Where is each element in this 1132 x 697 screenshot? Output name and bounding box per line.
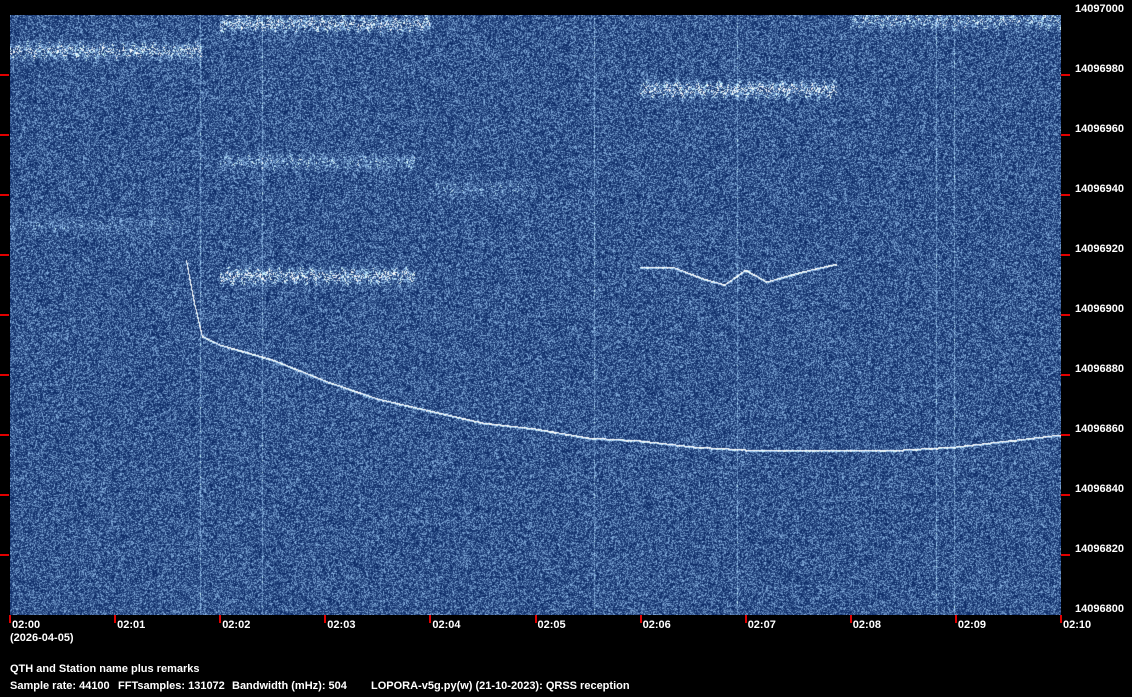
y-tick-label: 14096840 — [1075, 483, 1124, 495]
remarks-text: QTH and Station name plus remarks — [10, 663, 200, 675]
y-tick-mark — [1061, 554, 1070, 556]
y-tick-label: 14096880 — [1075, 363, 1124, 375]
x-tick-label: 02:09 — [958, 619, 986, 631]
y-tick-mark — [1061, 134, 1070, 136]
y-tick-mark — [0, 194, 9, 196]
x-tick-label: 02:08 — [853, 619, 881, 631]
x-tick-label: 02:03 — [327, 619, 355, 631]
x-tick-mark — [640, 615, 642, 623]
y-tick-label: 14096900 — [1075, 303, 1124, 315]
software-text: LOPORA-v5g.py(w) (21-10-2023): QRSS rece… — [371, 680, 630, 692]
x-tick-label: 02:06 — [643, 619, 671, 631]
date-label: (2026-04-05) — [10, 632, 74, 644]
y-tick-mark — [0, 374, 9, 376]
x-tick-mark — [429, 615, 431, 623]
x-tick-mark — [535, 615, 537, 623]
y-tick-mark — [0, 434, 9, 436]
y-tick-mark — [1061, 254, 1070, 256]
y-tick-mark — [0, 134, 9, 136]
bandwidth-text: Bandwidth (mHz): 504 — [232, 680, 347, 692]
y-tick-mark — [0, 314, 9, 316]
x-tick-mark — [114, 615, 116, 623]
x-tick-mark — [1060, 615, 1062, 623]
y-tick-label: 14096800 — [1075, 603, 1124, 615]
x-tick-label: 02:05 — [538, 619, 566, 631]
y-tick-mark — [1061, 74, 1070, 76]
sample-rate-text: Sample rate: 44100 — [10, 680, 110, 692]
y-tick-label: 14096860 — [1075, 423, 1124, 435]
spectrogram-plot — [10, 15, 1061, 615]
x-tick-mark — [324, 615, 326, 623]
y-tick-label: 14097000 — [1075, 3, 1124, 15]
x-tick-mark — [850, 615, 852, 623]
x-tick-mark — [9, 615, 11, 623]
y-tick-mark — [0, 74, 9, 76]
y-tick-label: 14096940 — [1075, 183, 1124, 195]
x-tick-label: 02:07 — [748, 619, 776, 631]
y-tick-mark — [0, 254, 9, 256]
y-tick-label: 14096980 — [1075, 63, 1124, 75]
y-tick-mark — [1061, 374, 1070, 376]
x-tick-label: 02:00 — [12, 619, 40, 631]
y-tick-mark — [1061, 194, 1070, 196]
y-tick-mark — [0, 494, 9, 496]
y-tick-label: 14096960 — [1075, 123, 1124, 135]
x-tick-mark — [219, 615, 221, 623]
y-tick-mark — [0, 554, 9, 556]
x-tick-mark — [955, 615, 957, 623]
y-tick-label: 14096920 — [1075, 243, 1124, 255]
x-tick-label: 02:01 — [117, 619, 145, 631]
y-tick-mark — [1061, 494, 1070, 496]
x-tick-label: 02:10 — [1063, 619, 1091, 631]
fft-samples-text: FFTsamples: 131072 — [118, 680, 225, 692]
x-tick-label: 02:04 — [432, 619, 460, 631]
y-tick-mark — [1061, 434, 1070, 436]
x-tick-label: 02:02 — [222, 619, 250, 631]
y-tick-mark — [1061, 314, 1070, 316]
y-tick-label: 14096820 — [1075, 543, 1124, 555]
x-tick-mark — [745, 615, 747, 623]
